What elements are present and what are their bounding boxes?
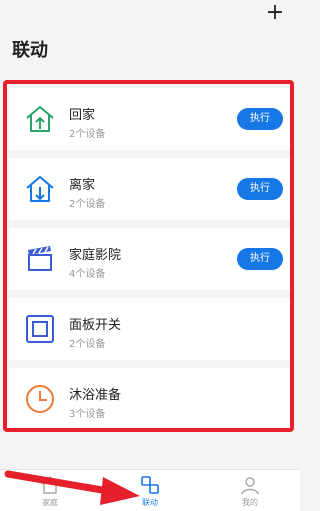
tab-home[interactable]: 家庭 <box>20 474 80 510</box>
scene-card-home-theater[interactable]: 家庭影院 4个设备 执行 <box>9 228 291 290</box>
scene-name: 面板开关 <box>69 318 122 333</box>
scene-card-leave[interactable]: 离家 2个设备 执行 <box>9 158 291 220</box>
scene-name: 家庭影院 <box>69 248 122 263</box>
execute-button[interactable]: 执行 <box>237 248 283 270</box>
clock-icon <box>26 385 54 413</box>
scene-name: 离家 <box>69 178 96 193</box>
header: + 联动 <box>0 0 300 78</box>
scene-name: 回家 <box>69 108 96 123</box>
scene-device-count: 4个设备 <box>69 269 106 280</box>
scene-device-count: 3个设备 <box>69 409 106 420</box>
scene-list: 回家 2个设备 执行 离家 2个设备 执行 家庭影院 4个设备 执行 面板开关 … <box>9 80 291 432</box>
scene-card-bath[interactable]: 沐浴准备 3个设备 <box>9 368 291 430</box>
bottom-tab-bar: 家庭 联动 我的 <box>0 469 300 511</box>
user-icon <box>241 477 259 495</box>
tab-linkage[interactable]: 联动 <box>120 474 180 510</box>
tab-mine[interactable]: 我的 <box>220 474 280 510</box>
scene-name: 沐浴准备 <box>69 388 122 403</box>
add-scene-button[interactable]: + <box>264 2 286 24</box>
clapperboard-icon <box>28 246 52 271</box>
scene-card-panel-switch[interactable]: 面板开关 2个设备 <box>9 298 291 360</box>
linkage-icon <box>141 476 159 494</box>
tab-label: 我的 <box>242 498 258 507</box>
scene-device-count: 2个设备 <box>69 199 106 210</box>
tab-label: 家庭 <box>42 498 58 507</box>
home-out-icon <box>26 176 54 202</box>
home-in-icon <box>26 106 54 132</box>
execute-button[interactable]: 执行 <box>237 178 283 200</box>
panel-switch-icon <box>26 315 54 343</box>
execute-button[interactable]: 执行 <box>237 108 283 130</box>
scene-card-home[interactable]: 回家 2个设备 执行 <box>9 88 291 150</box>
page-title: 联动 <box>12 40 48 61</box>
house-icon <box>41 476 59 494</box>
tab-label: 联动 <box>142 498 158 507</box>
scene-device-count: 2个设备 <box>69 129 106 140</box>
scene-device-count: 2个设备 <box>69 339 106 350</box>
